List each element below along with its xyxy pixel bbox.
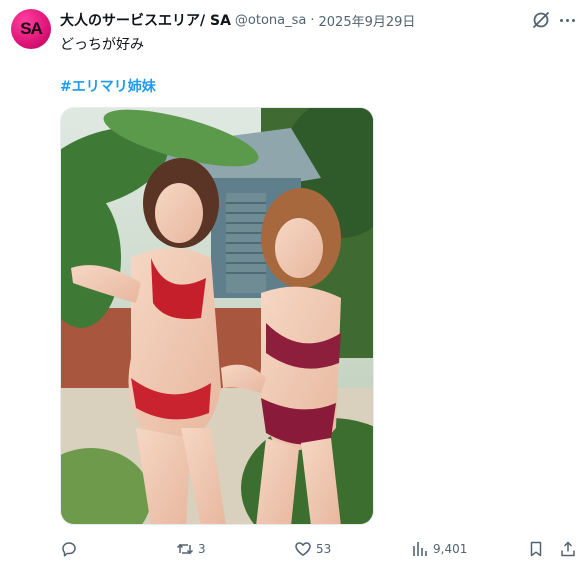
avatar[interactable]: SA bbox=[11, 9, 51, 49]
separator: · bbox=[310, 12, 315, 28]
avatar-text: SA bbox=[20, 19, 43, 38]
grok-icon[interactable] bbox=[531, 10, 551, 30]
views-icon bbox=[413, 542, 427, 556]
post-card: SA 大人のサービスエリア/ SA @otona_sa · 2025年9月29日… bbox=[0, 0, 588, 568]
more-icon[interactable] bbox=[556, 10, 578, 30]
hashtag-link[interactable]: #エリマリ姉妹 bbox=[60, 76, 156, 96]
reply-icon bbox=[62, 542, 76, 557]
repost-count: 3 bbox=[198, 542, 206, 556]
post-date[interactable]: 2025年9月29日 bbox=[319, 11, 416, 30]
post-image[interactable] bbox=[60, 107, 374, 525]
post-header: 大人のサービスエリア/ SA @otona_sa · 2025年9月29日 bbox=[60, 9, 528, 31]
view-count: 9,401 bbox=[433, 542, 468, 556]
like-icon bbox=[295, 542, 311, 556]
repost-icon bbox=[176, 543, 194, 555]
like-count: 53 bbox=[316, 542, 332, 556]
action-bar: 3 53 9,401 bbox=[0, 536, 588, 562]
user-handle[interactable]: @otona_sa bbox=[235, 13, 306, 28]
bookmark-icon bbox=[530, 541, 542, 557]
post-text: どっちが好み bbox=[60, 37, 144, 53]
share-button[interactable] bbox=[559, 536, 577, 562]
like-button[interactable]: 53 bbox=[294, 536, 331, 562]
bookmark-button[interactable] bbox=[527, 536, 545, 562]
reply-button[interactable] bbox=[60, 536, 78, 562]
share-icon bbox=[561, 541, 575, 557]
display-name[interactable]: 大人のサービスエリア/ SA bbox=[60, 10, 231, 30]
repost-button[interactable]: 3 bbox=[176, 536, 206, 562]
views-button[interactable]: 9,401 bbox=[411, 536, 467, 562]
